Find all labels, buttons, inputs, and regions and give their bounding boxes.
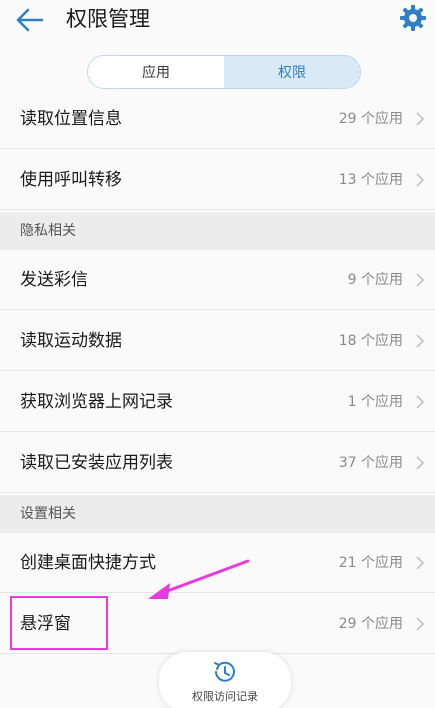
app-count: 18 个应用 xyxy=(338,333,403,349)
app-count: 29 个应用 xyxy=(338,111,403,127)
history-clock-icon xyxy=(214,661,235,682)
section-header-privacy: 隐私相关 xyxy=(0,212,435,250)
chevron-right-icon xyxy=(416,617,425,631)
permission-label: 创建桌面快捷方式 xyxy=(20,553,156,573)
app-count: 37 个应用 xyxy=(338,455,403,471)
page-title: 权限管理 xyxy=(66,7,150,31)
section-label: 隐私相关 xyxy=(20,223,76,239)
permission-history-label: 权限访问记录 xyxy=(192,690,258,703)
permission-label: 使用呼叫转移 xyxy=(20,170,122,190)
gear-icon[interactable] xyxy=(399,4,427,32)
app-count: 29 个应用 xyxy=(338,616,403,632)
app-count: 1 个应用 xyxy=(347,394,403,410)
permission-label: 读取位置信息 xyxy=(20,109,122,129)
permission-label: 获取浏览器上网记录 xyxy=(20,392,173,412)
list-item[interactable]: 使用呼叫转移 13 个应用 xyxy=(0,150,435,210)
tab-apps[interactable]: 应用 xyxy=(88,56,224,88)
list-item[interactable]: 获取浏览器上网记录 1 个应用 xyxy=(0,372,435,432)
chevron-right-icon xyxy=(416,112,425,126)
chevron-right-icon xyxy=(416,456,425,470)
list-item[interactable]: 读取已安装应用列表 37 个应用 xyxy=(0,433,435,493)
chevron-right-icon xyxy=(416,273,425,287)
arrow-left-icon[interactable] xyxy=(14,6,44,34)
permission-history-button[interactable]: 权限访问记录 xyxy=(159,652,291,708)
list-item[interactable]: 发送彩信 9 个应用 xyxy=(0,250,435,310)
annotation-arrow-icon xyxy=(148,559,250,599)
app-count: 9 个应用 xyxy=(347,272,403,288)
list-item[interactable]: 读取运动数据 18 个应用 xyxy=(0,311,435,371)
app-bar: 权限管理 xyxy=(0,0,435,40)
section-header-settings: 设置相关 xyxy=(0,495,435,533)
highlight-box xyxy=(10,596,108,650)
chevron-right-icon xyxy=(416,173,425,187)
section-label: 设置相关 xyxy=(20,506,76,522)
app-count: 13 个应用 xyxy=(338,172,403,188)
list-item[interactable]: 读取位置信息 29 个应用 xyxy=(0,89,435,149)
tab-permissions[interactable]: 权限 xyxy=(224,56,360,88)
chevron-right-icon xyxy=(416,334,425,348)
permission-label: 读取运动数据 xyxy=(20,331,122,351)
segmented-control: 应用 权限 xyxy=(87,55,361,89)
chevron-right-icon xyxy=(416,395,425,409)
app-count: 21 个应用 xyxy=(338,555,403,571)
permission-label: 发送彩信 xyxy=(20,270,88,290)
chevron-right-icon xyxy=(416,556,425,570)
permission-label: 读取已安装应用列表 xyxy=(20,453,173,473)
